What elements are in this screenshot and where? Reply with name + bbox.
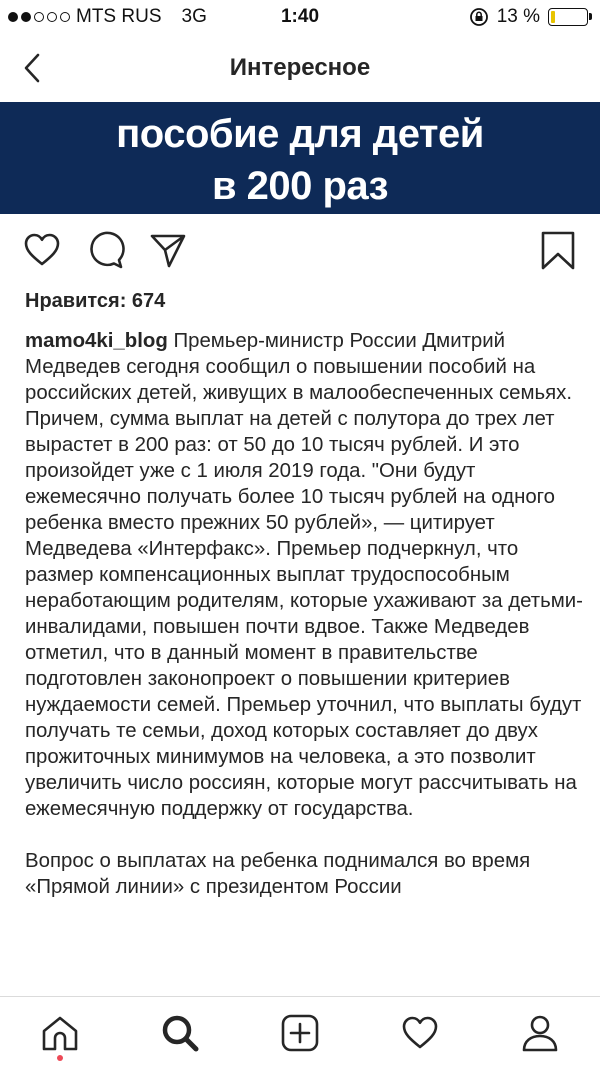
tab-activity[interactable] <box>400 1013 440 1053</box>
search-icon <box>162 1015 199 1052</box>
like-button[interactable] <box>22 230 62 270</box>
post-image-text-line-1: пособие для детей <box>116 112 484 156</box>
profile-icon <box>522 1015 558 1052</box>
battery-icon <box>548 8 592 26</box>
navigation-bar: Интересное <box>0 36 600 100</box>
post-actions <box>0 226 600 278</box>
caption-paragraph-1: mamo4ki_blog Премьер-министр России Дмит… <box>25 328 585 822</box>
post-image-text-line-2: в 200 раз <box>211 164 389 208</box>
tab-search[interactable] <box>160 1013 200 1053</box>
post-caption: mamo4ki_blog Премьер-министр России Дмит… <box>25 328 585 900</box>
tab-profile[interactable] <box>520 1013 560 1053</box>
rotation-lock-icon <box>469 8 488 26</box>
share-button[interactable] <box>148 230 188 270</box>
activity-heart-icon <box>402 1016 438 1049</box>
heart-icon <box>24 233 60 266</box>
save-button[interactable] <box>538 230 578 270</box>
caption-paragraph-2: Вопрос о выплатах на ребенка поднимался … <box>25 850 531 898</box>
post-username[interactable]: mamo4ki_blog <box>25 330 168 352</box>
bookmark-icon <box>541 231 575 270</box>
status-right: 13 % <box>469 6 592 28</box>
post-image[interactable]: пособие для детей в 200 раз <box>0 102 600 214</box>
status-bar: MTS RUS 3G 1:40 13 % <box>0 0 600 36</box>
battery-percent: 13 % <box>496 6 540 27</box>
home-icon <box>42 1016 78 1051</box>
tab-home[interactable] <box>40 1013 80 1053</box>
bottom-tab-bar <box>0 996 600 1067</box>
comment-icon <box>90 231 125 269</box>
notification-dot <box>57 1055 63 1061</box>
share-icon <box>150 234 186 268</box>
page-title: Интересное <box>229 54 371 81</box>
caption-text-1: Премьер-министр России Дмитрий Медведев … <box>25 330 583 820</box>
tab-new-post[interactable] <box>280 1013 320 1053</box>
likes-count[interactable]: Нравится: 674 <box>25 290 165 313</box>
add-post-icon <box>281 1014 319 1052</box>
comment-button[interactable] <box>86 230 126 270</box>
